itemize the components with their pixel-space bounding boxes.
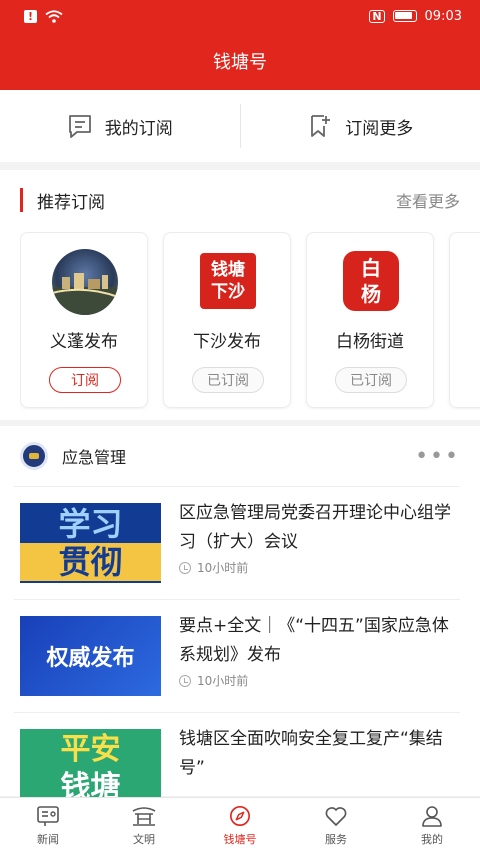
compass-icon xyxy=(230,805,250,826)
recommend-card-partial[interactable] xyxy=(449,232,480,408)
recommend-header: 推荐订阅 查看更多 xyxy=(0,170,480,230)
seal-text: 白 xyxy=(361,256,381,280)
time-text: 10小时前 xyxy=(197,561,249,575)
message-list-icon xyxy=(68,115,91,138)
battery-icon xyxy=(392,10,417,22)
city-night-image xyxy=(52,273,118,315)
news-headline: 区应急管理局党委召开理论中心组学习（扩大）会议 xyxy=(179,503,451,552)
news-item[interactable]: 权威发布 要点+全文｜《“十四五”国家应急体系规划》发布 10小时前 xyxy=(14,599,460,712)
app-title-bar: 钱塘号 xyxy=(0,32,480,90)
xiasha-seal-logo: 钱塘 下沙 xyxy=(200,253,256,309)
channel-name: 义蓬发布 xyxy=(50,332,118,352)
time-text: 10小时前 xyxy=(197,674,249,688)
tab-label: 我的 xyxy=(421,832,443,846)
section-accent-bar xyxy=(20,188,23,212)
my-subscriptions-label: 我的订阅 xyxy=(104,118,173,139)
tab-label: 钱塘号 xyxy=(223,832,257,846)
news-headline: 钱塘区全面吹响安全复工复产“集结号” xyxy=(179,729,443,778)
thumb-text: 学习 xyxy=(58,505,123,543)
recommend-title: 推荐订阅 xyxy=(37,192,105,213)
recommend-card[interactable]: 钱塘 下沙 下沙发布 已订阅 xyxy=(163,232,291,408)
bottom-tab-bar: 新闻 文明 钱塘号 服务 我的 xyxy=(0,797,480,853)
clock-icon xyxy=(179,674,191,687)
seal-text: 钱塘 xyxy=(211,260,245,280)
news-time: 10小时前 xyxy=(179,672,248,689)
clock-time: 09:03 xyxy=(424,8,462,24)
news-time: 10小时前 xyxy=(179,559,248,576)
subscribe-more-label: 订阅更多 xyxy=(345,118,414,139)
news-icon xyxy=(37,805,59,826)
news-thumbnail: 学习 贯彻 xyxy=(20,503,161,583)
recommend-card[interactable]: 义蓬发布 订阅 xyxy=(20,232,148,408)
channel-name: 下沙发布 xyxy=(193,332,261,352)
subscription-nav: 我的订阅 订阅更多 xyxy=(0,90,480,162)
view-more-link[interactable]: 查看更多 xyxy=(396,188,460,212)
status-bar: ! N 09:03 xyxy=(0,0,480,32)
tab-service[interactable]: 服务 xyxy=(288,798,384,853)
baiyang-seal-logo: 白 杨 xyxy=(343,251,399,311)
tab-mine[interactable]: 我的 xyxy=(384,798,480,853)
recommend-card[interactable]: 白 杨 白杨街道 已订阅 xyxy=(306,232,434,408)
emergency-management-logo xyxy=(20,442,48,470)
tab-label: 新闻 xyxy=(37,832,59,846)
subscribe-button[interactable]: 订阅 xyxy=(49,367,121,393)
page-title: 钱塘号 xyxy=(213,52,267,73)
news-source-header[interactable]: 应急管理 ••• xyxy=(0,426,480,486)
user-icon xyxy=(422,805,442,827)
nfc-icon: N xyxy=(369,9,385,23)
channel-avatar xyxy=(52,249,118,315)
thumb-text: 平安 xyxy=(60,732,121,767)
channel-name: 白杨街道 xyxy=(336,332,404,352)
subscribed-button[interactable]: 已订阅 xyxy=(335,367,407,393)
tab-label: 文明 xyxy=(133,832,155,846)
thumb-text: 权威发布 xyxy=(46,646,135,671)
seal-text: 杨 xyxy=(361,282,381,306)
news-thumbnail: 权威发布 xyxy=(20,616,161,696)
alert-icon: ! xyxy=(24,9,37,23)
clock-icon xyxy=(179,561,191,574)
tab-civilization[interactable]: 文明 xyxy=(96,798,192,853)
news-headline: 要点+全文｜《“十四五”国家应急体系规划》发布 xyxy=(179,616,449,665)
more-options-icon[interactable]: ••• xyxy=(415,444,460,469)
news-item[interactable]: 学习 贯彻 区应急管理局党委召开理论中心组学习（扩大）会议 10小时前 xyxy=(14,486,460,599)
seal-text: 下沙 xyxy=(211,282,245,302)
pavilion-icon xyxy=(132,806,156,826)
bookmark-add-icon xyxy=(311,115,331,137)
subscribe-more-button[interactable]: 订阅更多 xyxy=(241,90,480,162)
my-subscriptions-button[interactable]: 我的订阅 xyxy=(0,90,240,162)
tab-news[interactable]: 新闻 xyxy=(0,798,96,853)
recommend-section: 推荐订阅 查看更多 义蓬发布 订阅 钱塘 下沙 下沙发布 已订阅 白 杨 白杨街… xyxy=(0,170,480,420)
thumb-text: 贯彻 xyxy=(20,543,161,581)
subscribed-button[interactable]: 已订阅 xyxy=(192,367,264,393)
wifi-icon xyxy=(45,9,63,23)
recommend-cards: 义蓬发布 订阅 钱塘 下沙 下沙发布 已订阅 白 杨 白杨街道 已订阅 xyxy=(20,232,480,410)
heart-icon xyxy=(325,806,347,826)
news-source-name: 应急管理 xyxy=(62,448,127,467)
tab-qiantang-hao[interactable]: 钱塘号 xyxy=(192,798,288,853)
news-feed: 应急管理 ••• 学习 贯彻 区应急管理局党委召开理论中心组学习（扩大）会议 1… xyxy=(0,426,480,809)
tab-label: 服务 xyxy=(325,832,347,846)
